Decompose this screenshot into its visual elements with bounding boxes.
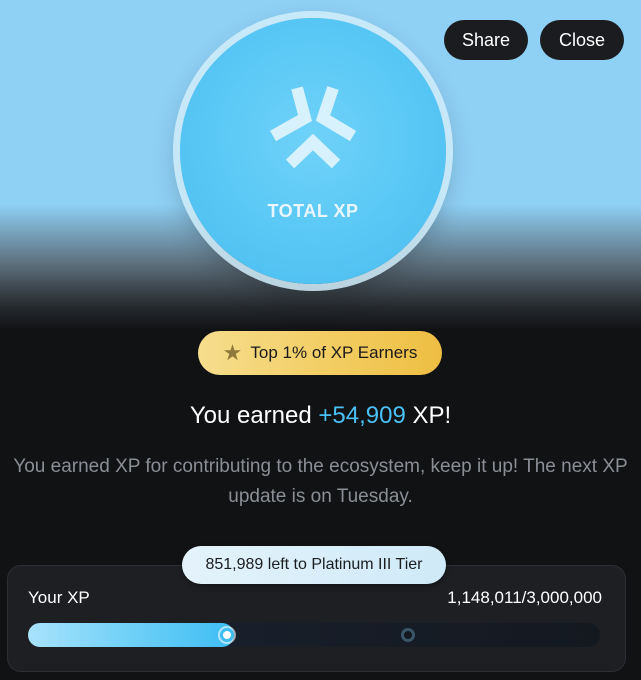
top-earner-badge: ★ Top 1% of XP Earners: [198, 331, 442, 375]
current-xp-marker: [220, 628, 234, 642]
tier-remaining-pill: 851,989 left to Platinum III Tier: [182, 546, 446, 584]
description-text: You earned XP for contributing to the ec…: [13, 456, 628, 507]
earned-description: You earned XP for contributing to the ec…: [0, 452, 641, 512]
your-xp-label: Your XP: [28, 588, 90, 607]
total-xp-coin: TOTAL XP: [180, 18, 446, 284]
earned-suffix: XP!: [405, 402, 452, 429]
earned-prefix: You earned: [189, 402, 319, 429]
share-button[interactable]: Share: [444, 20, 528, 60]
earned-heading: You earned +54,909 XP!: [0, 402, 641, 430]
star-icon: ★: [222, 340, 243, 365]
coin-label: TOTAL XP: [267, 201, 359, 221]
next-tier-marker: [401, 628, 415, 642]
xp-value: 1,148,011/3,000,000: [447, 588, 602, 607]
xp-progress-fill: [28, 623, 234, 647]
badge-label: Top 1% of XP Earners: [250, 343, 418, 362]
xp-logo-icon: [270, 86, 357, 169]
earned-amount: +54,909: [318, 402, 406, 429]
xp-progress-track: [28, 623, 600, 647]
close-button[interactable]: Close: [540, 20, 624, 60]
